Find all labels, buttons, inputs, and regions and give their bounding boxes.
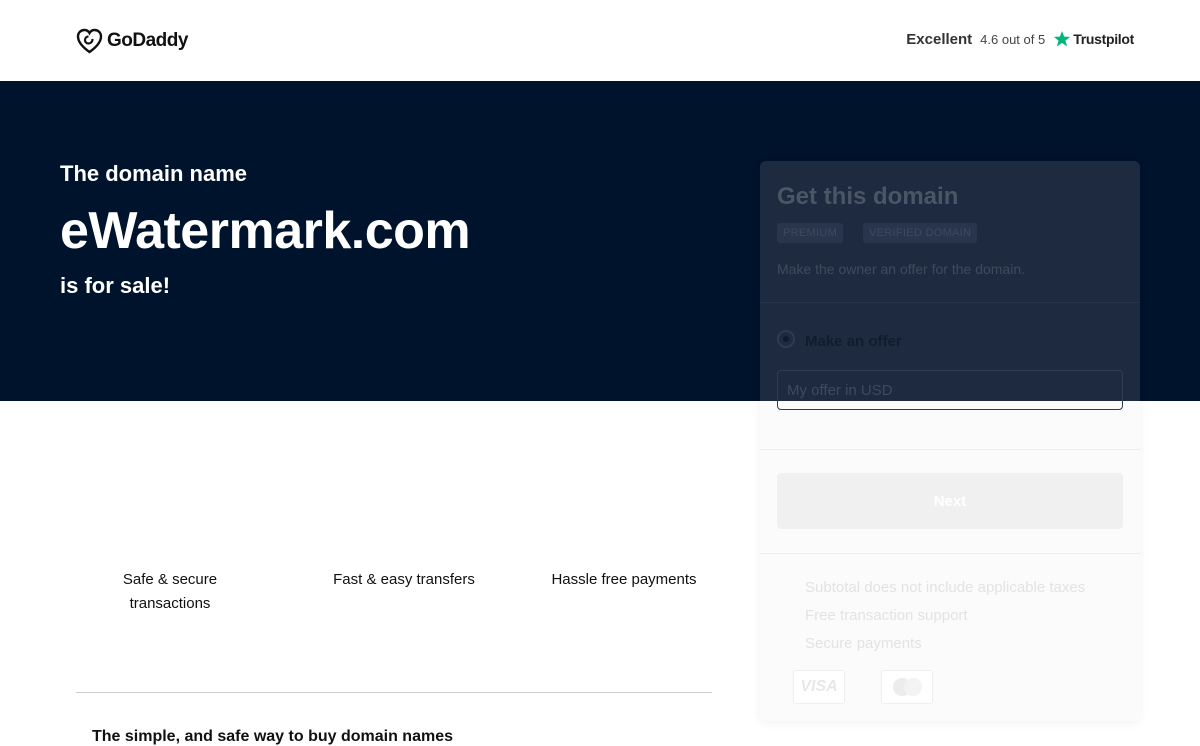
bottom-section-title: The simple, and safe way to buy domain n…	[92, 728, 453, 745]
top-bar: GoDaddy Excellent 4.6 out of 5 Trustpilo…	[0, 0, 1200, 81]
radio-selected-icon[interactable]	[777, 330, 795, 348]
logo-text: GoDaddy	[107, 30, 188, 51]
verified-domain-badge: VERIFIED DOMAIN	[863, 223, 978, 243]
section-divider	[76, 692, 712, 693]
hero-pre-text: The domain name	[60, 161, 248, 186]
info-subtotal: Subtotal does not include applicable tax…	[805, 579, 1086, 596]
trustpilot-label: Trustpilot	[1073, 31, 1134, 47]
godaddy-logo-icon	[76, 28, 103, 54]
next-button[interactable]: Next	[777, 473, 1123, 529]
feature-hassle-free: Hassle free payments	[551, 571, 697, 588]
card-divider	[760, 302, 1140, 303]
card-title: Get this domain	[777, 183, 959, 210]
get-domain-card: Get this domain PREMIUM VERIFIED DOMAIN …	[760, 161, 1140, 721]
card-separator	[760, 449, 1140, 450]
feature-fast-transfers: Fast & easy transfers	[333, 571, 475, 588]
feature-list: Safe & secure transactions Fast & easy t…	[60, 568, 720, 616]
info-secure-payments: Secure payments	[805, 635, 922, 652]
domain-name-heading: eWatermark.com	[60, 202, 471, 260]
visa-card-icon: VISA	[793, 670, 845, 704]
trustpilot-star-icon	[1054, 31, 1071, 47]
make-offer-option[interactable]: Make an offer	[805, 333, 902, 350]
offer-amount-input[interactable]	[777, 370, 1123, 410]
premium-badge: PREMIUM	[777, 223, 844, 243]
rating-score: 4.6 out of 5	[980, 31, 1046, 47]
godaddy-logo[interactable]: GoDaddy	[76, 27, 188, 55]
info-transaction-support: Free transaction support	[805, 607, 968, 624]
mastercard-icon	[881, 670, 933, 704]
trustpilot-brand: Trustpilot	[1053, 30, 1134, 48]
card-subtitle: Make the owner an offer for the domain.	[777, 261, 1025, 277]
trustpilot-rating[interactable]: Excellent 4.6 out of 5 Trustpilot	[906, 30, 1134, 48]
rating-label: Excellent	[906, 30, 973, 48]
card-separator	[760, 553, 1140, 554]
feature-safe-secure: Safe & secure transactions	[122, 571, 218, 612]
hero-post-text: is for sale!	[60, 273, 171, 298]
